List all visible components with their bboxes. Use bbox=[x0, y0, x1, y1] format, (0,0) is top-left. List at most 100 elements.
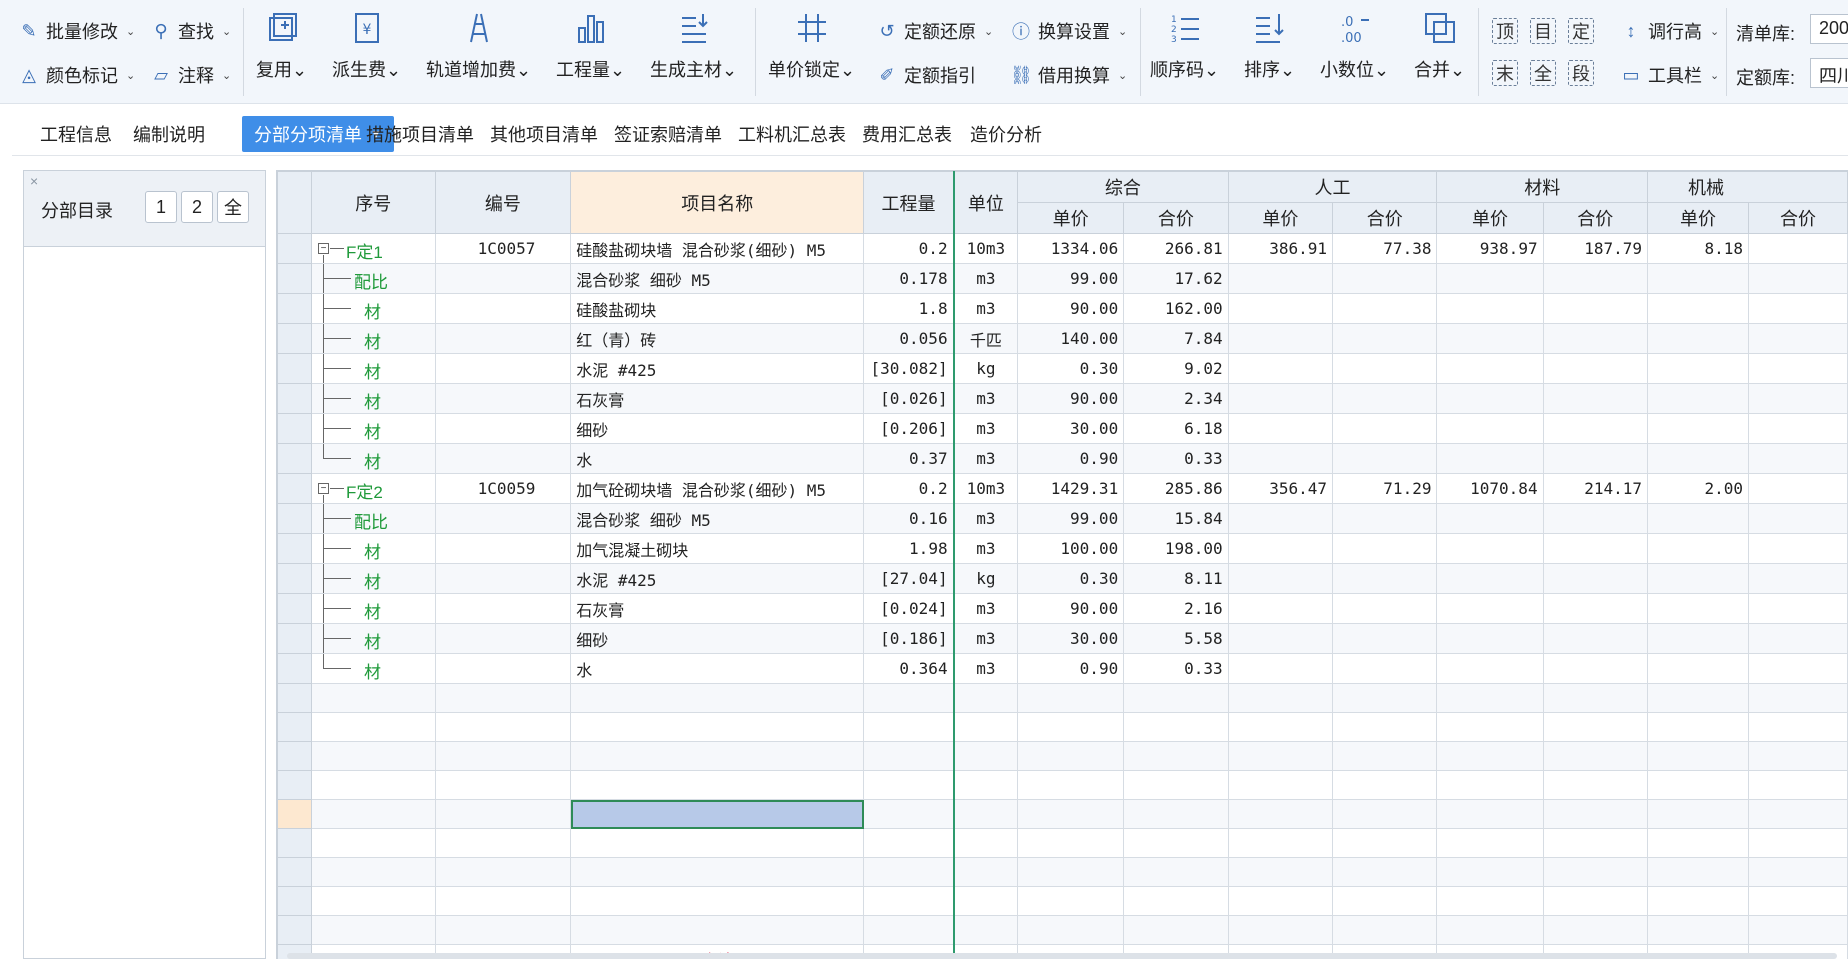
cell-qty[interactable] bbox=[863, 915, 955, 945]
row-header[interactable] bbox=[277, 503, 312, 534]
cell-price[interactable] bbox=[1436, 770, 1544, 800]
close-icon[interactable]: × bbox=[30, 173, 38, 189]
cell-code[interactable] bbox=[434, 383, 572, 414]
cell-cp[interactable]: 1334.06 bbox=[1017, 233, 1125, 264]
cell-name[interactable] bbox=[570, 741, 865, 771]
cell-price[interactable] bbox=[1646, 712, 1750, 742]
cell-cp[interactable]: 0.30 bbox=[1017, 563, 1125, 594]
cell-name[interactable]: 混合砂浆 细砂 M5 bbox=[570, 503, 865, 534]
cell-lt[interactable] bbox=[1332, 623, 1438, 654]
cell-price[interactable] bbox=[1123, 683, 1229, 713]
cell-ct[interactable]: 2.16 bbox=[1123, 593, 1229, 624]
tab-8[interactable]: 造价分析 bbox=[958, 116, 1054, 152]
cell-xt[interactable] bbox=[1748, 623, 1848, 654]
cell-qty[interactable]: 0.16 bbox=[863, 503, 955, 534]
quota-lib-select[interactable]: 四川 bbox=[1810, 58, 1848, 88]
tab-7[interactable]: 费用汇总表 bbox=[850, 116, 964, 152]
cell-price[interactable] bbox=[1017, 799, 1125, 829]
table-row[interactable]: 材 水 0.37 m3 0.90 0.33 bbox=[277, 443, 1848, 474]
cell-qty[interactable]: [0.206] bbox=[863, 413, 955, 444]
row-header[interactable] bbox=[277, 443, 312, 474]
cell-xp[interactable] bbox=[1646, 533, 1750, 564]
cell-xt[interactable] bbox=[1748, 593, 1848, 624]
cell-mp[interactable] bbox=[1436, 593, 1544, 624]
seq-cell[interactable]: 配比 bbox=[310, 263, 436, 294]
col-header-labor[interactable]: 人工 bbox=[1227, 171, 1438, 203]
cell-price[interactable] bbox=[1436, 712, 1544, 742]
cell-cp[interactable]: 30.00 bbox=[1017, 413, 1125, 444]
table-row-empty[interactable] bbox=[277, 857, 1848, 887]
row-header[interactable] bbox=[277, 683, 312, 713]
cell-price[interactable] bbox=[1017, 886, 1125, 916]
seq-cell[interactable]: 材 bbox=[310, 383, 436, 414]
table-row-empty[interactable] bbox=[277, 828, 1848, 858]
col-header-code[interactable]: 编号 bbox=[434, 171, 572, 234]
cell-qty[interactable]: 0.178 bbox=[863, 263, 955, 294]
cell-unit[interactable]: m3 bbox=[952, 263, 1019, 294]
cell-qty[interactable]: 0.37 bbox=[863, 443, 955, 474]
cell-code[interactable] bbox=[434, 828, 572, 858]
cell-qty[interactable]: 0.364 bbox=[863, 653, 955, 684]
seq-cell[interactable] bbox=[310, 770, 436, 800]
goto-fixed-button[interactable]: 定 bbox=[1568, 18, 1594, 44]
cell-price[interactable] bbox=[1123, 857, 1229, 887]
cell-ct[interactable]: 9.02 bbox=[1123, 353, 1229, 384]
cell-unit[interactable] bbox=[952, 915, 1019, 945]
cell-name[interactable] bbox=[570, 915, 865, 945]
cell-price[interactable] bbox=[1123, 741, 1229, 771]
cell-price[interactable] bbox=[1017, 712, 1125, 742]
row-header[interactable] bbox=[277, 712, 312, 742]
table-row[interactable]: 材 水泥 #425 [27.04] kg 0.30 8.11 bbox=[277, 563, 1848, 594]
cell-unit[interactable]: m3 bbox=[952, 533, 1019, 564]
cell-xp[interactable] bbox=[1646, 353, 1750, 384]
cell-name[interactable]: 水泥 #425 bbox=[570, 563, 865, 594]
table-row[interactable]: 材 细砂 [0.186] m3 30.00 5.58 bbox=[277, 623, 1848, 654]
cell-lp[interactable] bbox=[1227, 653, 1334, 684]
col-header-material-unit-price[interactable]: 单价 bbox=[1436, 202, 1544, 234]
seq-cell[interactable]: 材 bbox=[310, 353, 436, 384]
cell-cp[interactable]: 99.00 bbox=[1017, 263, 1125, 294]
cell-name[interactable]: 加气砼砌块墙 混合砂浆(细砂) M5 bbox=[570, 473, 865, 504]
cell-unit[interactable]: kg bbox=[952, 563, 1019, 594]
cell-price[interactable] bbox=[1646, 770, 1750, 800]
cell-mp[interactable] bbox=[1436, 353, 1544, 384]
cell-mt[interactable] bbox=[1542, 353, 1649, 384]
cell-unit[interactable]: 千匹 bbox=[952, 323, 1019, 354]
cell-mt[interactable] bbox=[1542, 503, 1649, 534]
cell-price[interactable] bbox=[1017, 857, 1125, 887]
cell-code[interactable] bbox=[434, 770, 572, 800]
col-header-composite-total-price[interactable]: 合价 bbox=[1123, 202, 1229, 234]
cell-mp[interactable] bbox=[1436, 533, 1544, 564]
cell-name[interactable]: 硅酸盐砌块墙 混合砂浆(细砂) M5 bbox=[570, 233, 865, 264]
cell-xt[interactable] bbox=[1748, 503, 1848, 534]
cell-lp[interactable] bbox=[1227, 323, 1334, 354]
cell-code[interactable] bbox=[434, 799, 572, 829]
cell-price[interactable] bbox=[1436, 683, 1544, 713]
cell-price[interactable] bbox=[1436, 741, 1544, 771]
seq-cell[interactable] bbox=[310, 886, 436, 916]
table-row[interactable]: 材 石灰膏 [0.026] m3 90.00 2.34 bbox=[277, 383, 1848, 414]
cell-price[interactable] bbox=[1436, 828, 1544, 858]
cell-mp[interactable] bbox=[1436, 293, 1544, 324]
cell-xp[interactable] bbox=[1646, 623, 1750, 654]
cell-cp[interactable]: 90.00 bbox=[1017, 383, 1125, 414]
cell-unit[interactable] bbox=[952, 799, 1019, 829]
cell-lt[interactable] bbox=[1332, 533, 1438, 564]
row-header[interactable] bbox=[277, 799, 312, 829]
cell-unit[interactable]: kg bbox=[952, 353, 1019, 384]
row-header[interactable] bbox=[277, 915, 312, 945]
cell-price[interactable] bbox=[1332, 799, 1438, 829]
gen-main-material-button[interactable]: 生成主材⌄ bbox=[650, 8, 737, 82]
cell-mt[interactable] bbox=[1542, 443, 1649, 474]
expand-all-button[interactable]: 全 bbox=[1530, 60, 1556, 86]
seq-cell[interactable]: 材 bbox=[310, 653, 436, 684]
cell-code[interactable]: 1C0057 bbox=[434, 233, 572, 264]
cell-code[interactable] bbox=[434, 563, 572, 594]
cell-price[interactable] bbox=[1227, 741, 1334, 771]
borrow-conversion-button[interactable]: ⛓ 借用换算 ⌄ bbox=[1010, 62, 1127, 88]
cell-price[interactable] bbox=[1646, 741, 1750, 771]
cell-name[interactable]: 硅酸盐砌块 bbox=[570, 293, 865, 324]
cell-xp[interactable] bbox=[1646, 563, 1750, 594]
col-header-machine-total-price[interactable]: 合价 bbox=[1748, 202, 1848, 234]
seq-cell[interactable]: 材 bbox=[310, 533, 436, 564]
